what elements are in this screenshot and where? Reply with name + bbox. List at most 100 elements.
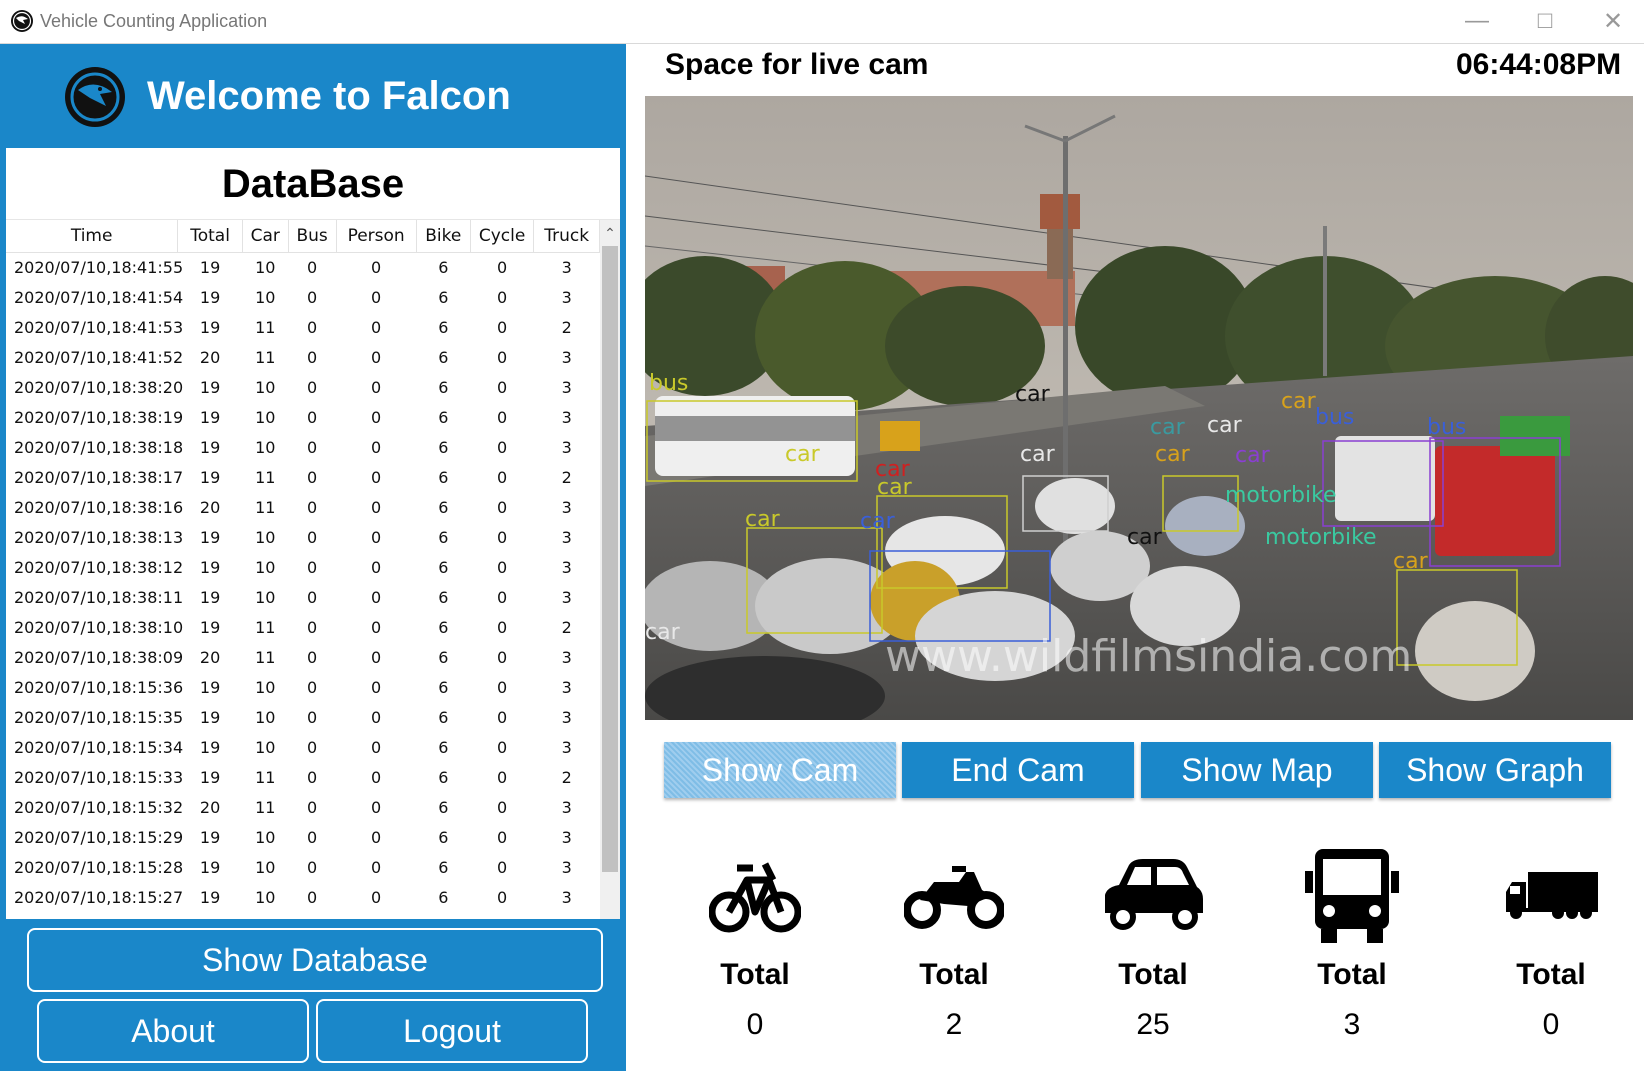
column-header[interactable]: Cycle [470, 220, 535, 253]
clock: 06:44:08PM [1456, 48, 1622, 81]
table-cell: 19 [199, 257, 221, 277]
end-cam-button[interactable]: End Cam [902, 742, 1134, 798]
table-cell: 0 [307, 737, 318, 757]
table-cell: 3 [561, 287, 572, 307]
table-cell: 0 [371, 887, 382, 907]
close-icon[interactable]: ✕ [1583, 0, 1643, 42]
column-header[interactable]: Time [6, 220, 179, 253]
table-row[interactable]: 2020/07/10,18:38:09 20 11 0 0 6 0 3 [6, 642, 600, 672]
table-row[interactable]: 2020/07/10,18:15:32 20 11 0 0 6 0 3 [6, 792, 600, 822]
stat-value: 0 [1542, 1008, 1560, 1041]
table-cell: 2020/07/10,18:15:33 [14, 767, 184, 787]
table-row[interactable]: 2020/07/10,18:38:13 19 10 0 0 6 0 3 [6, 522, 600, 552]
table-header-row: Time Total Car Bus Person Bike Cycle Truck [6, 220, 600, 253]
table-cell: 19 [199, 587, 221, 607]
scroll-up-icon[interactable]: ⌃ [600, 220, 620, 244]
table-cell: 0 [307, 497, 318, 517]
table-cell: 0 [307, 857, 318, 877]
table-row[interactable]: 2020/07/10,18:15:33 19 11 0 0 6 0 2 [6, 762, 600, 792]
column-header[interactable]: Car [242, 220, 289, 253]
table-cell: 0 [371, 857, 382, 877]
logout-button[interactable]: Logout [316, 999, 588, 1063]
table-cell: 19 [199, 377, 221, 397]
table-row[interactable]: 2020/07/10,18:41:52 20 11 0 0 6 0 3 [6, 342, 600, 372]
table-cell: 2020/07/10,18:41:55 [14, 257, 184, 277]
table-cell: 6 [438, 797, 449, 817]
scroll-thumb[interactable] [602, 246, 618, 872]
live-camera-feed: bus car car car car car car car car car … [645, 96, 1633, 720]
table-row[interactable]: 2020/07/10,18:41:54 19 10 0 0 6 0 3 [6, 282, 600, 312]
column-header[interactable]: Bike [416, 220, 471, 253]
table-cell: 11 [255, 647, 276, 667]
table-cell: 0 [497, 707, 508, 727]
column-header[interactable]: Bus [288, 220, 337, 253]
table-cell: 3 [561, 887, 572, 907]
table-body: 2020/07/10,18:41:55 19 10 0 0 6 0 3 2020/07/10,1… [6, 252, 600, 912]
table-row[interactable]: 2020/07/10,18:15:35 19 10 0 0 6 0 3 [6, 702, 600, 732]
table-row[interactable]: 2020/07/10,18:41:53 19 11 0 0 6 0 2 [6, 312, 600, 342]
table-cell: 6 [438, 407, 449, 427]
table-row[interactable]: 2020/07/10,18:38:19 19 10 0 0 6 0 3 [6, 402, 600, 432]
table-cell: 2020/07/10,18:38:11 [14, 587, 184, 607]
show-map-button[interactable]: Show Map [1141, 742, 1373, 798]
table-cell: 11 [255, 317, 276, 337]
about-button[interactable]: About [37, 999, 309, 1063]
table-cell: 2020/07/10,18:38:16 [14, 497, 184, 517]
table-cell: 0 [307, 527, 318, 547]
table-row[interactable]: 2020/07/10,18:38:17 19 11 0 0 6 0 2 [6, 462, 600, 492]
table-scrollbar[interactable]: ⌃ [600, 220, 620, 919]
table-cell: 0 [497, 767, 508, 787]
minimize-icon[interactable]: — [1447, 0, 1507, 42]
table-cell: 0 [371, 647, 382, 667]
table-cell: 2020/07/10,18:38:18 [14, 437, 184, 457]
table-cell: 19 [199, 707, 221, 727]
table-cell: 3 [561, 647, 572, 667]
table-row[interactable]: 2020/07/10,18:38:16 20 11 0 0 6 0 3 [6, 492, 600, 522]
table-cell: 3 [561, 347, 572, 367]
table-row[interactable]: 2020/07/10,18:38:20 19 10 0 0 6 0 3 [6, 372, 600, 402]
table-row[interactable]: 2020/07/10,18:38:18 19 10 0 0 6 0 3 [6, 432, 600, 462]
table-row[interactable]: 2020/07/10,18:38:10 19 11 0 0 6 0 2 [6, 612, 600, 642]
table-row[interactable]: 2020/07/10,18:38:12 19 10 0 0 6 0 3 [6, 552, 600, 582]
table-cell: 6 [438, 707, 449, 727]
table-cell: 2020/07/10,18:38:17 [14, 467, 184, 487]
table-cell: 0 [307, 587, 318, 607]
table-cell: 0 [307, 797, 318, 817]
table-cell: 11 [255, 347, 276, 367]
table-cell: 0 [497, 797, 508, 817]
show-graph-button[interactable]: Show Graph [1379, 742, 1611, 798]
table-row[interactable]: 2020/07/10,18:15:36 19 10 0 0 6 0 3 [6, 672, 600, 702]
stat-value: 3 [1343, 1008, 1361, 1041]
table-row[interactable]: 2020/07/10,18:15:29 19 10 0 0 6 0 3 [6, 822, 600, 852]
table-row[interactable]: 2020/07/10,18:41:55 19 10 0 0 6 0 3 [6, 252, 600, 282]
table-cell: 2 [561, 617, 572, 637]
table-cell: 2020/07/10,18:41:53 [14, 317, 184, 337]
column-header[interactable]: Person [336, 220, 417, 253]
database-table-container[interactable]: Time Total Car Bus Person Bike Cycle Truck 2020… [6, 219, 620, 919]
table-row[interactable]: 2020/07/10,18:15:34 19 10 0 0 6 0 3 [6, 732, 600, 762]
table-row[interactable]: 2020/07/10,18:15:27 19 10 0 0 6 0 3 [6, 882, 600, 912]
maximize-icon[interactable]: □ [1515, 0, 1575, 42]
table-cell: 10 [255, 257, 276, 277]
table-cell: 6 [438, 587, 449, 607]
table-cell: 0 [307, 557, 318, 577]
column-header[interactable]: Truck [533, 220, 600, 253]
table-cell: 0 [307, 647, 318, 667]
table-cell: 0 [371, 377, 382, 397]
detection-label: car [1020, 442, 1056, 467]
table-cell: 6 [438, 257, 449, 277]
table-cell: 0 [497, 857, 508, 877]
detection-label: car [1393, 549, 1429, 574]
table-cell: 11 [255, 767, 276, 787]
table-cell: 0 [497, 677, 508, 697]
show-database-button[interactable]: Show Database [27, 928, 603, 992]
table-cell: 0 [497, 437, 508, 457]
table-cell: 0 [497, 317, 508, 337]
table-row[interactable]: 2020/07/10,18:38:11 19 10 0 0 6 0 3 [6, 582, 600, 612]
column-header[interactable]: Total [177, 220, 243, 253]
show-cam-button[interactable]: Show Cam [664, 742, 896, 798]
table-row[interactable]: 2020/07/10,18:15:28 19 10 0 0 6 0 3 [6, 852, 600, 882]
table-cell: 6 [438, 857, 449, 877]
table-cell: 2020/07/10,18:41:52 [14, 347, 184, 367]
detection-label: car [785, 442, 821, 467]
